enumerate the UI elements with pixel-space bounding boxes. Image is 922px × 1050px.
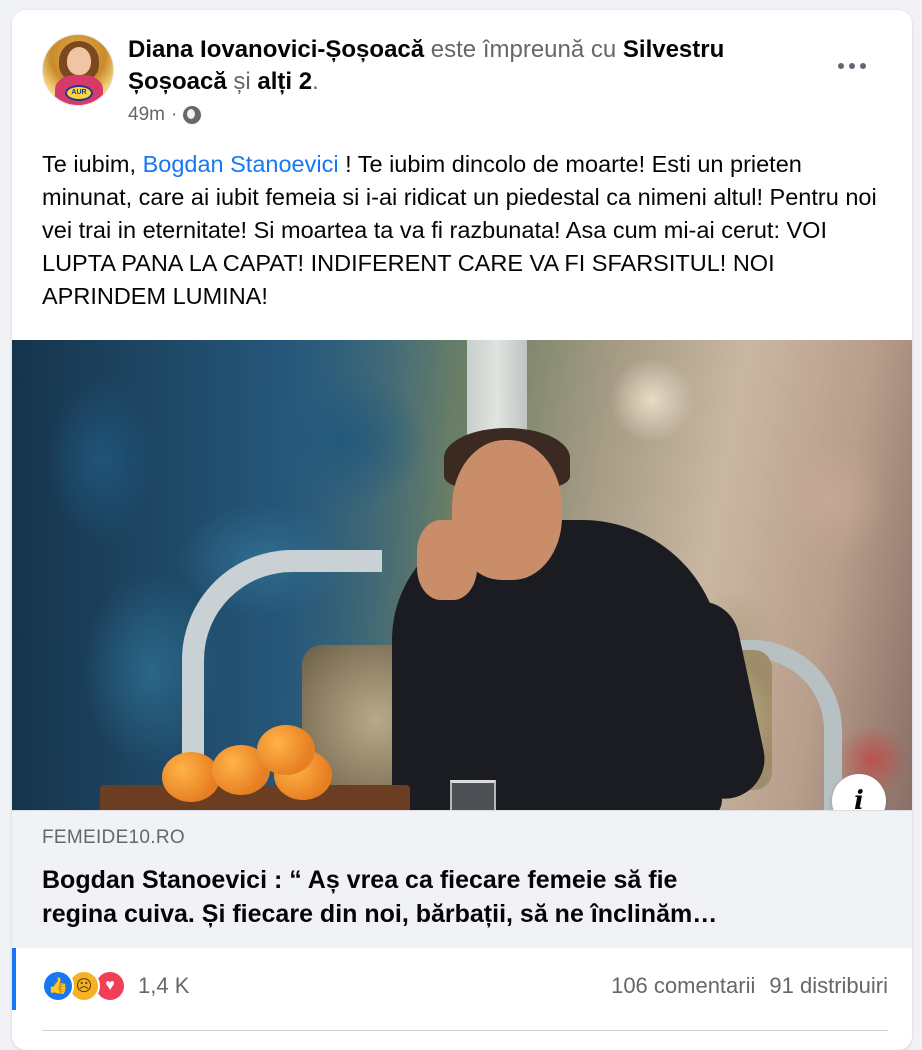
post-card: AUR Diana Iovanovici-Șoșoacă este împreu… bbox=[12, 10, 912, 1050]
period: . bbox=[312, 68, 319, 95]
photo-glass bbox=[450, 780, 496, 810]
reactions-summary[interactable]: 👍 ☹ ♥ 1,4 K bbox=[42, 970, 189, 1002]
post-body-text: Te iubim, Bogdan Stanoevici ! Te iubim d… bbox=[42, 148, 892, 313]
reaction-count[interactable]: 1,4 K bbox=[138, 973, 189, 999]
more-dot bbox=[849, 63, 855, 69]
avatar-face bbox=[67, 47, 91, 75]
shares-count[interactable]: 91 distribuiri bbox=[769, 973, 888, 999]
post-footer: 👍 ☹ ♥ 1,4 K 106 comentarii 91 distribuir… bbox=[42, 966, 888, 1006]
post-meta: 49m · bbox=[128, 104, 202, 126]
divider bbox=[42, 1030, 888, 1031]
and-text: și bbox=[233, 68, 251, 95]
comments-count[interactable]: 106 comentarii bbox=[611, 973, 755, 999]
post-timestamp[interactable]: 49m bbox=[128, 104, 165, 126]
meta-dot: · bbox=[170, 104, 178, 125]
link-domain: FEMEIDE10.RO bbox=[42, 827, 185, 848]
link-title-line-2: regina cuiva. Și fiecare din noi, bărbaț… bbox=[42, 900, 718, 928]
photo-man-hand bbox=[417, 520, 477, 600]
more-dot bbox=[838, 63, 844, 69]
post-image[interactable] bbox=[12, 340, 912, 810]
accent-bar bbox=[12, 948, 16, 1010]
mention-link[interactable]: Bogdan Stanoevici bbox=[143, 151, 339, 177]
like-icon: 👍 bbox=[42, 970, 74, 1002]
avatar-badge: AUR bbox=[65, 85, 93, 101]
post-stats: 106 comentarii 91 distribuiri bbox=[611, 973, 888, 999]
others-link[interactable]: alți 2 bbox=[257, 68, 312, 95]
more-dot bbox=[860, 63, 866, 69]
link-preview[interactable]: FEMEIDE10.RO Bogdan Stanoevici : “ Aș vr… bbox=[12, 810, 912, 948]
with-text: este împreună cu bbox=[430, 36, 617, 63]
author-name-link[interactable]: Diana Iovanovici-Șoșoacă bbox=[128, 36, 424, 63]
link-title: Bogdan Stanoevici : “ Aș vrea ca fiecare… bbox=[42, 863, 862, 931]
photo-fruit bbox=[162, 752, 220, 802]
author-avatar[interactable]: AUR bbox=[42, 34, 114, 106]
photo-fruit bbox=[257, 725, 315, 775]
post-text-start: Te iubim, bbox=[42, 151, 137, 177]
globe-icon[interactable] bbox=[183, 106, 202, 124]
more-options-icon[interactable] bbox=[832, 54, 872, 78]
post-header: Diana Iovanovici-Șoșoacă este împreună c… bbox=[128, 34, 828, 98]
link-title-line-1: Bogdan Stanoevici : “ Aș vrea ca fiecare… bbox=[42, 866, 678, 894]
